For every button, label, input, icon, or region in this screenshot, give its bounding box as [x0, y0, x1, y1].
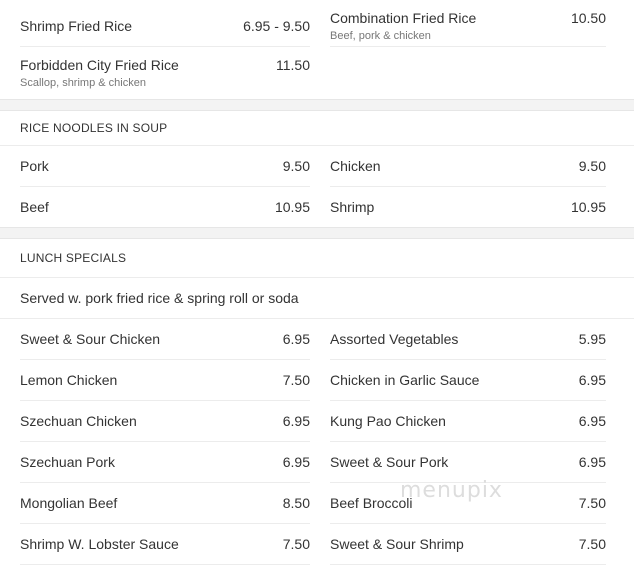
item-price: 9.50 — [282, 158, 310, 174]
rice-noodles-grid: Pork 9.50 Chicken 9.50 Beef 10.95 Shrimp… — [0, 146, 634, 227]
menu-item[interactable]: Chicken 9.50 — [330, 146, 606, 187]
item-price: 6.95 — [578, 454, 606, 470]
item-name: Pork — [20, 158, 49, 174]
menu-item[interactable]: Kung Pao Chicken 6.95 — [330, 401, 606, 442]
item-name: Sweet & Sour Chicken — [20, 331, 161, 347]
section-divider — [0, 99, 634, 111]
menu-item[interactable]: Shrimp Fried Rice 6.95 - 9.50 — [20, 6, 310, 47]
item-description: Scallop, shrimp & chicken — [20, 77, 146, 89]
item-price: 6.95 — [282, 331, 310, 347]
item-name: Forbidden City Fried Rice — [20, 57, 179, 73]
lunch-specials-grid: Sweet & Sour Chicken 6.95 Assorted Veget… — [0, 319, 634, 565]
item-price: 5.95 — [578, 331, 606, 347]
item-price: 6.95 — [578, 372, 606, 388]
section-note: Served w. pork fried rice & spring roll … — [0, 278, 634, 319]
item-name: Lemon Chicken — [20, 372, 118, 388]
item-name: Szechuan Chicken — [20, 413, 137, 429]
section-title-rice-noodles: RICE NOODLES IN SOUP — [0, 111, 634, 146]
item-price: 7.50 — [282, 536, 310, 552]
menu-item[interactable]: Sweet & Sour Chicken 6.95 — [20, 319, 310, 360]
item-price: 6.95 — [578, 413, 606, 429]
menu-item[interactable]: Szechuan Pork 6.95 — [20, 442, 310, 483]
menu-item[interactable]: Mongolian Beef 8.50 — [20, 483, 310, 524]
menu-item[interactable]: Beef 10.95 — [20, 187, 310, 227]
menu-item[interactable]: Szechuan Chicken 6.95 — [20, 401, 310, 442]
section-divider — [0, 227, 634, 239]
item-name: Assorted Vegetables — [330, 331, 459, 347]
menu-item[interactable]: Forbidden City Fried Rice 11.50 Scallop,… — [20, 47, 310, 99]
item-name: Shrimp Fried Rice — [20, 18, 133, 34]
item-price: 7.50 — [282, 372, 310, 388]
item-price: 11.50 — [276, 57, 310, 73]
menu-item[interactable]: Combination Fried Rice 10.50 Beef, pork … — [330, 6, 606, 47]
item-name: Mongolian Beef — [20, 495, 118, 511]
menu-item[interactable]: Sweet & Sour Pork 6.95 — [330, 442, 606, 483]
item-name: Sweet & Sour Shrimp — [330, 536, 464, 552]
menu-item[interactable]: Shrimp W. Lobster Sauce 7.50 — [20, 524, 310, 565]
item-name: Kung Pao Chicken — [330, 413, 446, 429]
menu-item[interactable]: Pork 9.50 — [20, 146, 310, 187]
item-description: Beef, pork & chicken — [330, 30, 431, 42]
empty-cell — [310, 47, 620, 99]
menu-item[interactable]: Lemon Chicken 7.50 — [20, 360, 310, 401]
item-price: 8.50 — [282, 495, 310, 511]
item-name: Sweet & Sour Pork — [330, 454, 449, 470]
item-price: 6.95 — [282, 454, 310, 470]
menu-item[interactable]: Sweet & Sour Shrimp 7.50 — [330, 524, 606, 565]
item-name: Shrimp W. Lobster Sauce — [20, 536, 179, 552]
item-price: 6.95 - 9.50 — [243, 18, 310, 34]
item-name: Szechuan Pork — [20, 454, 115, 470]
item-price: 10.50 — [570, 10, 606, 26]
item-name: Beef — [20, 199, 49, 215]
fried-rice-grid: Shrimp Fried Rice 6.95 - 9.50 Combinatio… — [0, 6, 634, 99]
item-price: 7.50 — [578, 495, 606, 511]
item-name: Chicken — [330, 158, 381, 174]
item-name: Shrimp — [330, 199, 375, 215]
watermark-logo: menupix — [400, 478, 503, 503]
item-price: 9.50 — [578, 158, 606, 174]
item-name: Chicken in Garlic Sauce — [330, 372, 480, 388]
item-price: 10.95 — [570, 199, 606, 215]
section-title-lunch-specials: LUNCH SPECIALS — [0, 239, 634, 278]
item-name: Combination Fried Rice — [330, 10, 477, 26]
menu-item[interactable]: Assorted Vegetables 5.95 — [330, 319, 606, 360]
menu-item[interactable]: Chicken in Garlic Sauce 6.95 — [330, 360, 606, 401]
item-price: 7.50 — [578, 536, 606, 552]
item-price: 10.95 — [274, 199, 310, 215]
item-price: 6.95 — [282, 413, 310, 429]
menu-item[interactable]: Shrimp 10.95 — [330, 187, 606, 227]
